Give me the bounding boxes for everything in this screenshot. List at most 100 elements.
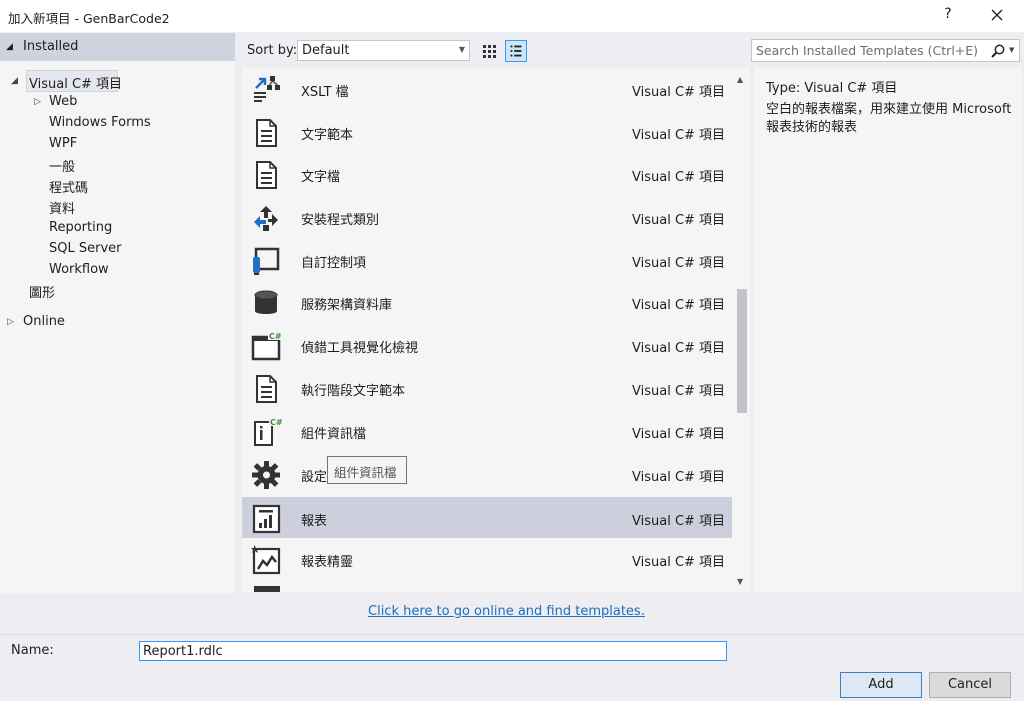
find-templates-online-link[interactable]: Click here to go online and find templat…: [368, 604, 645, 619]
grid-view-icon[interactable]: [478, 40, 500, 62]
template-category-tree: ◢ Installed ◢ Visual C# 項目 ▷ Web Windows…: [0, 33, 235, 593]
cancel-button[interactable]: Cancel: [929, 672, 1011, 698]
tree-item-sql-server[interactable]: SQL Server: [49, 241, 122, 256]
template-row[interactable]: 執行階段文字範本 Visual C# 項目: [242, 367, 732, 409]
template-type: Visual C# 項目: [632, 470, 726, 485]
report-wizard-icon: [251, 545, 281, 575]
template-name: 執行階段文字範本: [301, 384, 406, 399]
template-list: XSLT 檔 Visual C# 項目 文字範本 Visual C# 項目 文字…: [242, 68, 750, 592]
assembly-info-icon: C#: [254, 417, 282, 446]
tree-item-general[interactable]: 一般: [49, 156, 75, 175]
text-file-icon: [256, 161, 277, 189]
template-type: Visual C# 項目: [632, 256, 726, 271]
scroll-up-icon[interactable]: ▲: [737, 75, 743, 84]
sort-by-label: Sort by:: [247, 43, 298, 58]
template-type: Visual C# 項目: [632, 298, 726, 313]
svg-text:C#: C#: [270, 418, 282, 427]
database-icon: [254, 290, 278, 314]
template-type: Visual C# 項目: [632, 384, 726, 399]
template-type: Visual C# 項目: [632, 341, 726, 356]
window-title: 加入新項目 - GenBarCode2: [8, 11, 170, 26]
template-row[interactable]: C# 偵錯工具視覺化檢視 Visual C# 項目: [242, 324, 732, 366]
runtime-text-template-icon: [256, 375, 277, 403]
expanded-arrow-icon[interactable]: ◢: [11, 76, 18, 86]
template-name: 報表: [301, 514, 328, 529]
template-row[interactable]: 自訂控制項 Visual C# 項目: [242, 239, 732, 281]
report-icon: [252, 504, 281, 534]
template-type: Visual C# 項目: [632, 213, 726, 228]
template-type: Visual C# 項目: [632, 514, 726, 529]
template-name: 文字範本: [301, 128, 354, 143]
list-view-icon[interactable]: [505, 40, 527, 62]
sort-by-dropdown[interactable]: Default ▼: [297, 40, 470, 61]
details-description: 空白的報表檔案，用來建立使用 Microsoft 報表技術的報表: [766, 102, 1012, 135]
template-type: Visual C# 項目: [632, 555, 726, 570]
tree-item-visual-csharp[interactable]: Visual C# 項目: [29, 73, 122, 92]
template-row[interactable]: 設定 Visual C# 項目: [242, 453, 732, 495]
tree-item-web[interactable]: Web: [49, 94, 77, 109]
template-type: Visual C# 項目: [632, 427, 726, 442]
tree-item-graphics[interactable]: 圖形: [29, 282, 55, 301]
chevron-down-icon: ▼: [458, 45, 465, 54]
template-name: 自訂控制項: [301, 256, 367, 271]
collapsed-arrow-icon[interactable]: ▷: [7, 317, 14, 327]
template-name: 文字檔: [301, 170, 341, 185]
template-name: 安裝程式類別: [301, 213, 380, 228]
name-label: Name:: [11, 643, 54, 658]
custom-control-icon: [253, 247, 280, 275]
template-type: Visual C# 項目: [632, 85, 726, 100]
scrollbar-thumb[interactable]: [737, 289, 747, 413]
svg-text:C#: C#: [269, 332, 282, 341]
title-bar: 加入新項目 - GenBarCode2 ?: [0, 0, 1024, 32]
add-button[interactable]: Add: [840, 672, 922, 698]
name-input[interactable]: [139, 641, 727, 661]
xslt-icon: [254, 76, 280, 102]
tree-item-data[interactable]: 資料: [49, 198, 75, 217]
template-type: Visual C# 項目: [632, 128, 726, 143]
template-row[interactable]: 文字範本 Visual C# 項目: [242, 111, 732, 153]
sort-by-value: Default: [302, 43, 350, 58]
tree-item-wpf[interactable]: WPF: [49, 136, 77, 151]
template-name: 報表精靈: [301, 555, 354, 570]
template-row[interactable]: 報表精靈 Visual C# 項目: [242, 538, 732, 580]
scroll-down-icon[interactable]: ▼: [737, 577, 743, 586]
tooltip-text: 組件資訊檔: [334, 465, 397, 480]
template-name: 偵錯工具視覺化檢視: [301, 341, 419, 356]
tree-item-windows-forms[interactable]: Windows Forms: [49, 115, 151, 130]
search-input[interactable]: [756, 42, 986, 59]
template-row-selected[interactable]: 報表 Visual C# 項目: [242, 497, 732, 538]
search-templates-box[interactable]: ▼: [751, 39, 1020, 62]
search-icon[interactable]: [990, 43, 1006, 59]
details-type-value: Visual C# 項目: [804, 81, 898, 96]
partial-icon: [254, 586, 280, 592]
template-name: 服務架構資料庫: [301, 298, 393, 313]
template-row[interactable]: C# 組件資訊檔 Visual C# 項目: [242, 410, 732, 452]
tooltip: 組件資訊檔: [327, 456, 407, 484]
tree-item-reporting[interactable]: Reporting: [49, 220, 112, 235]
details-type-row: Type: Visual C# 項目: [766, 77, 897, 96]
tree-item-online[interactable]: Online: [23, 314, 65, 329]
template-row[interactable]: 安裝程式類別 Visual C# 項目: [242, 196, 732, 238]
tree-item-workflow[interactable]: Workflow: [49, 262, 109, 277]
template-row[interactable]: 文字檔 Visual C# 項目: [242, 153, 732, 195]
expanded-arrow-icon: ◢: [6, 42, 13, 52]
template-name: 設定: [301, 470, 328, 485]
template-name: 組件資訊檔: [301, 427, 367, 442]
template-type: Visual C# 項目: [632, 170, 726, 185]
settings-icon: [252, 461, 280, 489]
tree-header-installed[interactable]: ◢ Installed: [0, 33, 235, 61]
template-row[interactable]: 服務架構資料庫 Visual C# 項目: [242, 281, 732, 323]
installer-class-icon: [254, 206, 278, 231]
close-icon[interactable]: [986, 4, 1008, 26]
collapsed-arrow-icon[interactable]: ▷: [34, 97, 41, 107]
debugger-visualizer-icon: C#: [251, 331, 282, 361]
chevron-down-icon[interactable]: ▼: [1009, 46, 1014, 54]
help-button[interactable]: ?: [940, 6, 956, 22]
tree-header-label: Installed: [23, 39, 79, 54]
details-type-label: Type:: [766, 81, 801, 96]
details-pane: Type: Visual C# 項目 空白的報表檔案，用來建立使用 Micros…: [754, 68, 1022, 592]
template-name: XSLT 檔: [301, 85, 349, 100]
text-template-icon: [256, 119, 277, 147]
tree-item-code[interactable]: 程式碼: [49, 177, 88, 196]
template-row[interactable]: XSLT 檔 Visual C# 項目: [242, 68, 732, 110]
